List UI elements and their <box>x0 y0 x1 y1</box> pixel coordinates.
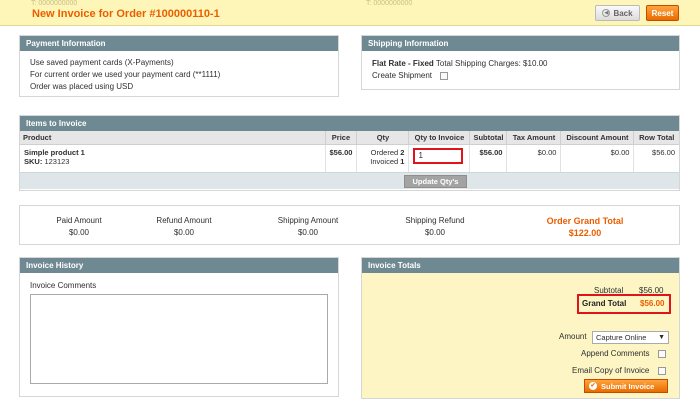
shipping-information-panel: Shipping Information Flat Rate - Fixed T… <box>361 35 680 90</box>
submit-invoice-label: Submit Invoice <box>601 381 655 391</box>
row-total-cell: $56.00 <box>652 147 675 157</box>
invoiced-qty: 1 <box>400 156 405 166</box>
ordered-qty: 2 <box>400 147 405 157</box>
table-row: Simple product 1 SKU: 123123 $56.00 Orde… <box>20 144 679 172</box>
items-table: Product Price Qty Qty to Invoice Subtota… <box>20 131 679 172</box>
page-title: New Invoice for Order #100000110-1 <box>32 8 220 20</box>
column-header-subtotal: Subtotal <box>469 131 508 145</box>
payment-information-title: Payment Information <box>20 36 338 51</box>
update-qty-bar: Update Qty's <box>20 172 679 189</box>
shipping-method: Flat Rate - Fixed Total Shipping Charges… <box>372 58 669 70</box>
sku-label: SKU: <box>24 156 43 166</box>
shipping-refund-value: $0.00 <box>424 228 446 237</box>
payment-line: Order was placed using USD <box>30 82 134 91</box>
items-to-invoice-panel: Items to Invoice Product Price Qty Qty t… <box>19 115 680 191</box>
invoice-totals-panel: Invoice Totals Subtotal $56.00 Grand Tot… <box>361 257 680 399</box>
page-header: T: 0000000000 T: 0000000000 New Invoice … <box>0 0 700 26</box>
product-name: Simple product 1 <box>24 147 85 157</box>
email-copy-checkbox[interactable] <box>658 367 666 375</box>
shipping-refund-label: Shipping Refund <box>405 216 465 225</box>
column-header-row-total: Row Total <box>633 131 679 145</box>
check-icon: ✔ <box>589 382 597 390</box>
shipping-charges: Total Shipping Charges: $10.00 <box>433 59 548 68</box>
header-tel-right: T: 0000000000 <box>366 0 413 7</box>
update-qty-button[interactable]: Update Qty's <box>404 175 467 188</box>
ordered-label: Ordered <box>370 147 399 157</box>
create-shipment-label: Create Shipment <box>372 71 433 80</box>
invoice-comments-textarea[interactable] <box>30 294 328 384</box>
qty-to-invoice-input[interactable]: 1 <box>413 147 464 164</box>
back-arrow-icon: ◀ <box>602 9 611 17</box>
sku-value: 123123 <box>44 156 70 166</box>
grand-total-highlight: Grand Total $56.00 <box>577 294 671 314</box>
chevron-down-icon: ▼ <box>658 334 665 341</box>
payment-information-panel: Payment Information Use saved payment ca… <box>19 35 339 97</box>
paid-amount: Paid Amount $0.00 <box>48 215 110 239</box>
create-shipment-checkbox[interactable] <box>440 72 448 80</box>
discount-amount-cell: $0.00 <box>560 144 635 172</box>
payment-line: Use saved payment cards (X-Payments) <box>30 58 174 67</box>
header-tel-left: T: 0000000000 <box>31 0 78 7</box>
invoice-history-title: Invoice History <box>20 258 338 273</box>
order-amounts-summary: Paid Amount $0.00 Refund Amount $0.00 Sh… <box>19 205 680 245</box>
shipping-amount-label: Shipping Amount <box>277 216 339 225</box>
column-header-product: Product <box>20 131 326 145</box>
back-button-label: Back <box>613 8 633 18</box>
refund-amount: Refund Amount $0.00 <box>148 215 220 239</box>
shipping-information-title: Shipping Information <box>362 36 679 51</box>
submit-invoice-button[interactable]: ✔ Submit Invoice <box>584 379 668 393</box>
order-grand-total: Order Grand Total $122.00 <box>525 215 645 239</box>
grand-total-label: Grand Total <box>582 299 627 308</box>
column-header-price: Price <box>325 131 358 145</box>
column-header-discount-amount: Discount Amount <box>560 131 635 145</box>
column-header-qty: Qty <box>356 131 410 145</box>
column-header-tax-amount: Tax Amount <box>506 131 562 145</box>
grand-total-value: $56.00 <box>640 299 665 308</box>
paid-amount-label: Paid Amount <box>56 216 102 225</box>
order-grand-total-label: Order Grand Total <box>546 216 624 226</box>
invoice-comments-label: Invoice Comments <box>30 281 97 290</box>
qty-to-invoice-cell: 1 <box>408 144 471 172</box>
invoice-totals-title: Invoice Totals <box>362 258 679 273</box>
amount-label: Amount <box>559 332 587 341</box>
shipping-method-name: Flat Rate - Fixed <box>372 59 434 68</box>
invoiced-label: Invoiced <box>370 156 399 166</box>
order-grand-total-value: $122.00 <box>568 228 602 238</box>
items-to-invoice-title: Items to Invoice <box>20 116 679 131</box>
amount-capture-select[interactable]: Capture Online ▼ <box>592 331 669 344</box>
column-header-qty-to-invoice: Qty to Invoice <box>408 131 471 145</box>
invoice-history-panel: Invoice History Invoice Comments <box>19 257 339 397</box>
subtotal-cell: $56.00 <box>469 144 508 172</box>
qty-cell: Ordered 2 Invoiced 1 <box>356 144 410 172</box>
shipping-amount-value: $0.00 <box>297 228 319 237</box>
tax-amount-cell: $0.00 <box>506 144 562 172</box>
payment-line: For current order we used your payment c… <box>30 70 221 79</box>
price-cell: $56.00 <box>325 144 358 172</box>
reset-button[interactable]: Reset <box>646 5 679 21</box>
refund-amount-value: $0.00 <box>173 228 195 237</box>
append-comments-label: Append Comments <box>581 349 650 358</box>
email-copy-label: Email Copy of Invoice <box>572 366 650 375</box>
items-table-header: Product Price Qty Qty to Invoice Subtota… <box>20 131 679 145</box>
append-comments-checkbox[interactable] <box>658 350 666 358</box>
shipping-amount: Shipping Amount $0.00 <box>268 215 348 239</box>
shipping-refund: Shipping Refund $0.00 <box>395 215 475 239</box>
refund-amount-label: Refund Amount <box>156 216 212 225</box>
amount-capture-value: Capture Online <box>596 333 647 342</box>
back-button[interactable]: ◀ Back <box>595 5 640 21</box>
create-shipment-row: Create Shipment <box>372 70 669 82</box>
product-cell: Simple product 1 SKU: 123123 <box>20 144 326 172</box>
paid-amount-value: $0.00 <box>68 228 90 237</box>
